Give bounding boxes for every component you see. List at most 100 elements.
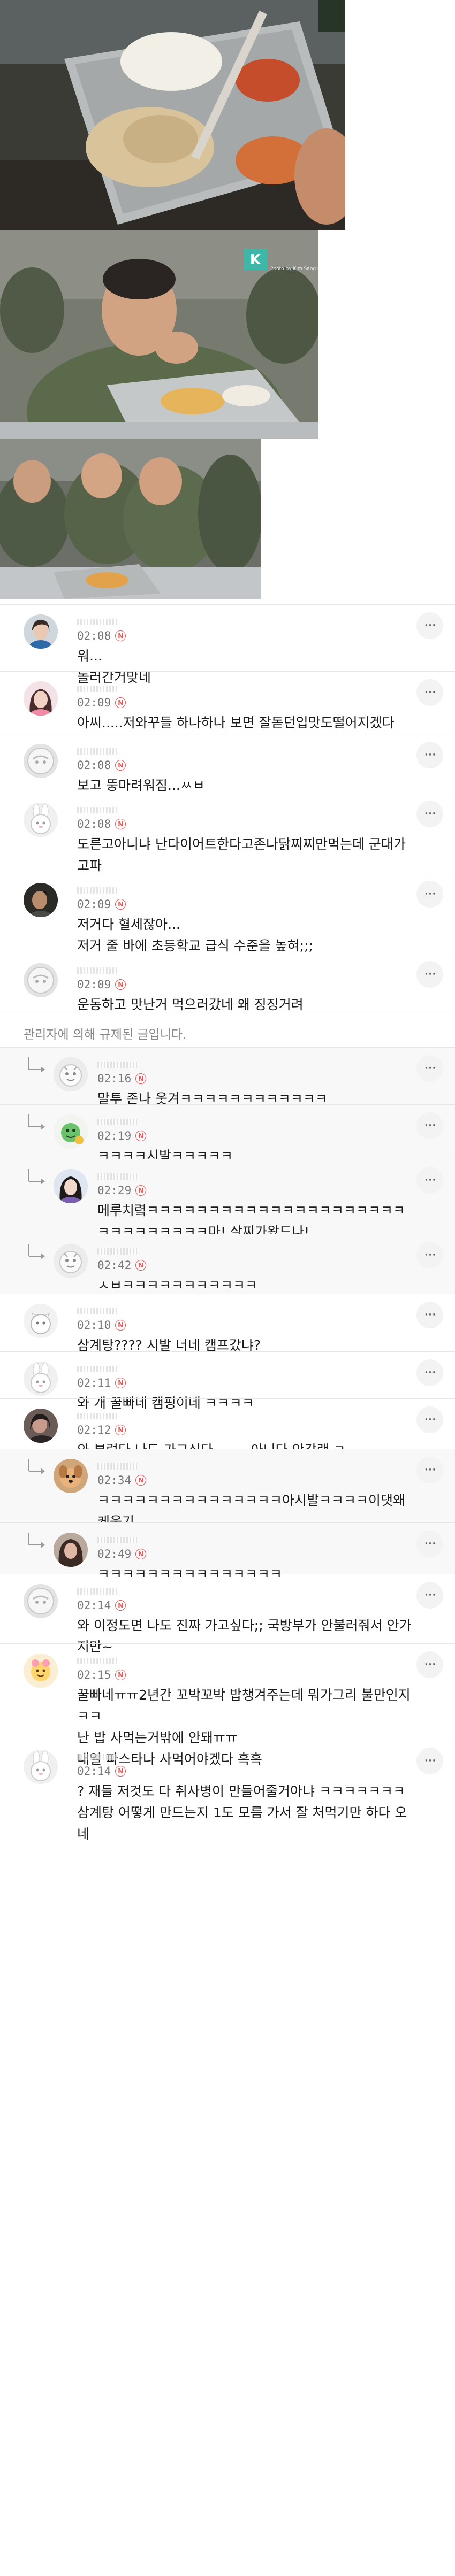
avatar[interactable] [24, 1584, 58, 1618]
tray-samgyetang-photo [0, 0, 345, 230]
comment-text: 저거다 혈세잖아... 저거 줄 바에 초등학교 급식 수준을 높혀;;; [77, 917, 313, 953]
reply-comment: 02:49 N ㅋㅋㅋㅋㅋㅋㅋㅋㅋㅋㅋㅋㅋㅋㅋ ··· [0, 1522, 455, 1582]
new-badge-icon: N [115, 1378, 126, 1388]
more-options-icon[interactable]: ··· [416, 1055, 443, 1082]
nickname-blurred [77, 804, 125, 816]
new-badge-icon: N [115, 979, 126, 990]
more-options-icon[interactable]: ··· [416, 1531, 443, 1557]
comment-meta [77, 1655, 125, 1666]
avatar[interactable] [24, 1750, 58, 1784]
comment-timestamp-row: 02:29 N [97, 1184, 147, 1197]
comment-date: 02:42 [97, 1259, 132, 1272]
avatar[interactable] [54, 1114, 88, 1149]
more-options-icon[interactable]: ··· [416, 881, 443, 908]
more-options-icon[interactable]: ··· [416, 1242, 443, 1268]
more-options-icon[interactable]: ··· [416, 1167, 443, 1194]
comment-timestamp-row: 02:14 N [77, 1599, 126, 1612]
nickname-blurred [77, 1363, 125, 1374]
nickname-blurred [77, 1585, 125, 1597]
avatar[interactable] [24, 1409, 58, 1443]
comment-meta [77, 1751, 125, 1763]
nickname-blurred [77, 964, 125, 976]
more-options-icon[interactable]: ··· [416, 1302, 443, 1328]
new-badge-icon: N [135, 1475, 147, 1486]
more-options-icon[interactable]: ··· [416, 742, 443, 768]
watermark-logo: K [250, 252, 261, 268]
avatar[interactable] [24, 803, 58, 837]
more-options-icon[interactable]: ··· [416, 1457, 443, 1483]
comment-meta [77, 616, 125, 627]
nickname-blurred [77, 1751, 125, 1763]
more-options-icon[interactable]: ··· [416, 612, 443, 639]
more-options-icon[interactable]: ··· [416, 679, 443, 706]
more-options-icon[interactable]: ··· [416, 961, 443, 988]
avatar[interactable] [24, 963, 58, 997]
new-badge-icon: N [115, 819, 126, 829]
reply-comment: 02:29 N 메루치렼ㅋㅋㅋㅋㅋㅋㅋㅋㅋㅋㅋㅋㅋㅋㅋㅋㅋㅋㅋㅋㅋ ㅋㅋㅋㅋㅋㅋㅋㅋ… [0, 1159, 455, 1240]
comment-timestamp-row: 02:09 N [77, 978, 126, 991]
more-options-icon[interactable]: ··· [416, 801, 443, 827]
new-badge-icon: N [115, 760, 126, 771]
avatar[interactable] [54, 1169, 88, 1203]
avatar[interactable] [24, 744, 58, 778]
comment-timestamp-row: 02:09 N [77, 898, 126, 911]
comment-meta [77, 1410, 125, 1421]
comment-timestamp-row: 02:15 N [77, 1668, 126, 1681]
comment-list: 02:08 N 워... 놀러간거맞네 ··· 02:09 N 아씨.....저와꾸들 하나… [0, 604, 455, 1842]
comment-date: 02:09 [77, 978, 111, 991]
comment-meta [97, 1058, 146, 1070]
new-badge-icon: N [135, 1260, 147, 1271]
avatar[interactable] [24, 883, 58, 917]
comment-timestamp-row: 02:08 N [77, 629, 126, 642]
reply-comment: 02:42 N ㅅㅂㅋㅋㅋㅋㅋㅋㅋㅋㅋㅋㅋ ··· [0, 1234, 455, 1294]
comment-timestamp-row: 02:16 N [97, 1072, 147, 1085]
comment-timestamp-row: 02:49 N [97, 1548, 147, 1560]
soldiers-mess-hall-photo [0, 439, 261, 599]
comment: 02:14 N 와 이정도면 나도 진짜 가고싶다;; 국방부가 안불러줘서 안가 … [0, 1574, 455, 1655]
nickname-blurred [77, 1305, 125, 1317]
more-options-icon[interactable]: ··· [416, 1406, 443, 1433]
avatar[interactable] [24, 614, 58, 649]
more-options-icon[interactable]: ··· [416, 1651, 443, 1678]
comment-meta [77, 964, 125, 976]
comment-date: 02:10 [77, 1319, 111, 1332]
comment-meta [77, 884, 125, 896]
reply-comment: 02:34Nㅋㅋㅋㅋㅋㅋㅋㅋㅋㅋㅋㅋㅋㅋㅋ아시발ㅋㅋㅋㅋ이댓왜케웃기 짘ㅋㅋㅋㅋ… [0, 1449, 455, 1551]
more-options-icon[interactable]: ··· [416, 1582, 443, 1609]
more-options-icon[interactable]: ··· [416, 1748, 443, 1774]
nickname-blurred [97, 1534, 146, 1545]
comment-date: 02:09 [77, 696, 111, 709]
avatar[interactable] [54, 1459, 88, 1493]
new-badge-icon: N [115, 1600, 126, 1611]
avatar[interactable] [24, 1362, 58, 1396]
avatar[interactable] [54, 1244, 88, 1278]
comment-timestamp-row: 02:08 N [77, 818, 126, 831]
more-options-icon[interactable]: ··· [416, 1112, 443, 1139]
new-badge-icon: N [115, 697, 126, 708]
comment-date: 02:14 [77, 1765, 111, 1778]
comment: 02:09 N 운동하고 맛난거 먹으러갔네 왜 징징거려 ··· [0, 953, 455, 1012]
comment-timestamp-row: 02:11 N [77, 1377, 126, 1389]
comment-date: 02:14 [77, 1599, 111, 1612]
comment: 02:12N와 부럽다 나도 가고싶다~~~ 아니다 안갈랭 ㅋ··· [0, 1398, 455, 1458]
comment-timestamp-row: 02:19 N [97, 1129, 147, 1142]
new-badge-icon: N [135, 1131, 147, 1141]
nickname-blurred [77, 1410, 125, 1421]
comment-date: 02:12 [77, 1424, 111, 1436]
avatar[interactable] [24, 1654, 58, 1688]
comment-date: 02:09 [77, 898, 111, 911]
comment-date: 02:08 [77, 759, 111, 772]
avatar[interactable] [54, 1057, 88, 1091]
comment-text: 아씨.....저와꾸들 하나하나 보면 잘돋던입맛도떨어지겠다 [77, 715, 395, 730]
deleted-comment: 관리자에 의해 규제된 글입니다. [0, 1012, 455, 1047]
comment: 02:08 N 보고 뚱마려워짐...ㅆㅂ ··· [0, 734, 455, 793]
comment-date: 02:34 [97, 1474, 132, 1487]
avatar[interactable] [24, 681, 58, 716]
comment-date: 02:29 [97, 1184, 132, 1197]
deleted-notice: 관리자에 의해 규제된 글입니다. [24, 1028, 187, 1042]
avatar[interactable] [54, 1533, 88, 1567]
more-options-icon[interactable]: ··· [416, 1359, 443, 1386]
nickname-blurred [97, 1116, 146, 1127]
avatar[interactable] [24, 1304, 58, 1338]
nickname-blurred [77, 1655, 125, 1666]
